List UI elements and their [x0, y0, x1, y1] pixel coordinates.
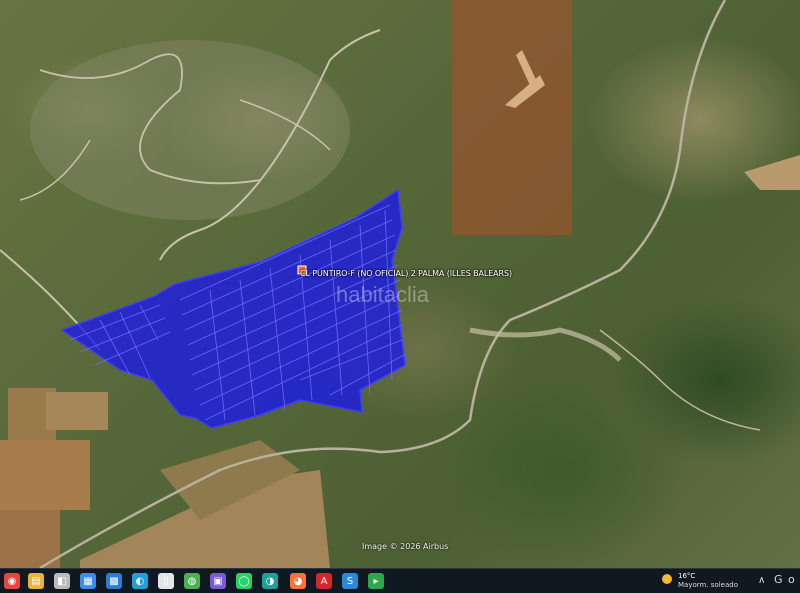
parcel-polygon[interactable]	[60, 188, 406, 429]
weather-temp: 16°C	[678, 572, 696, 580]
acrobat-icon[interactable]: A	[316, 573, 332, 589]
road	[599, 329, 761, 431]
parcel-label: CL PUNTIRO-F (NO OFICIAL) 2 PALMA (ILLES…	[300, 269, 513, 278]
save-icon[interactable]: ▣	[210, 573, 226, 589]
edge-icon[interactable]: ◐	[132, 573, 148, 589]
whatsapp-icon[interactable]: ◯	[236, 573, 252, 589]
tray-google-icon[interactable]: G	[774, 573, 783, 586]
mail-icon[interactable]: ▸	[368, 573, 384, 589]
weather-widget[interactable]	[660, 572, 674, 586]
field-patch	[46, 392, 108, 430]
parcel-overlay[interactable]	[60, 188, 406, 429]
tray-app-icon[interactable]: o	[788, 573, 795, 586]
imagery-credit: Image © 2026 Airbus	[362, 542, 449, 551]
chrome-icon[interactable]: ◍	[184, 573, 200, 589]
files-icon[interactable]: ▦	[80, 573, 96, 589]
s-app-icon[interactable]: S	[342, 573, 358, 589]
start-icon[interactable]: ◉	[4, 573, 20, 589]
watermark: habitaclia	[336, 282, 429, 307]
file-explorer-icon[interactable]: ▤	[28, 573, 44, 589]
field-patch	[0, 510, 60, 568]
tray-chevron-icon[interactable]: ∧	[758, 575, 765, 586]
weather-desc: Mayorm. soleado	[678, 581, 738, 589]
satellite-map[interactable]: CL PUNTIRO-F (NO OFICIAL) 2 PALMA (ILLES…	[0, 0, 800, 568]
document-icon[interactable]: ▯	[158, 573, 174, 589]
photos-icon[interactable]: ▩	[106, 573, 122, 589]
residential-area	[30, 40, 350, 220]
field-patch	[0, 440, 90, 510]
field-patch	[744, 155, 800, 190]
highlight-overlay	[452, 0, 572, 235]
sun-icon	[662, 574, 672, 584]
edge-dev-icon[interactable]: ◑	[262, 573, 278, 589]
app-icon[interactable]: ◧	[54, 573, 70, 589]
firefox-icon[interactable]: ◕	[290, 573, 306, 589]
